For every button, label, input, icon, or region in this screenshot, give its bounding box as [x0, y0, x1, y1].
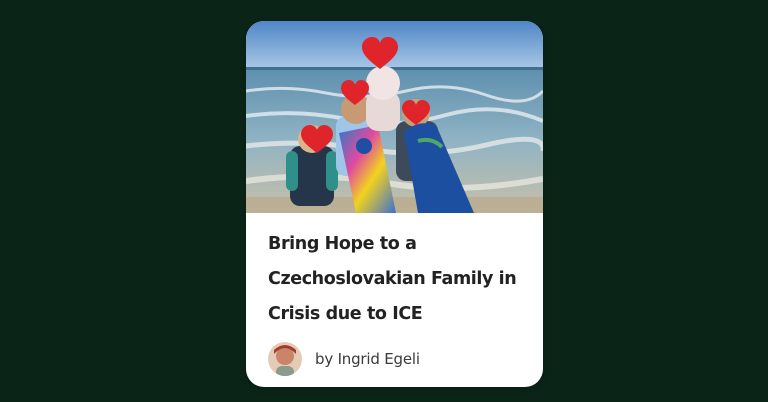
- fundraiser-card[interactable]: Bring Hope to a Czechoslovakian Family i…: [246, 21, 543, 387]
- page-background: { "card": { "title": "Bring Hope to a Cz…: [0, 0, 768, 402]
- fundraiser-photo[interactable]: [246, 21, 543, 213]
- beach-photo-illustration: [246, 21, 543, 213]
- author-avatar: [268, 342, 302, 376]
- fundraiser-title[interactable]: Bring Hope to a Czechoslovakian Family i…: [268, 227, 533, 332]
- author-info: by Ingrid Egeli: [268, 341, 420, 377]
- author-byline: by Ingrid Egeli: [315, 350, 420, 368]
